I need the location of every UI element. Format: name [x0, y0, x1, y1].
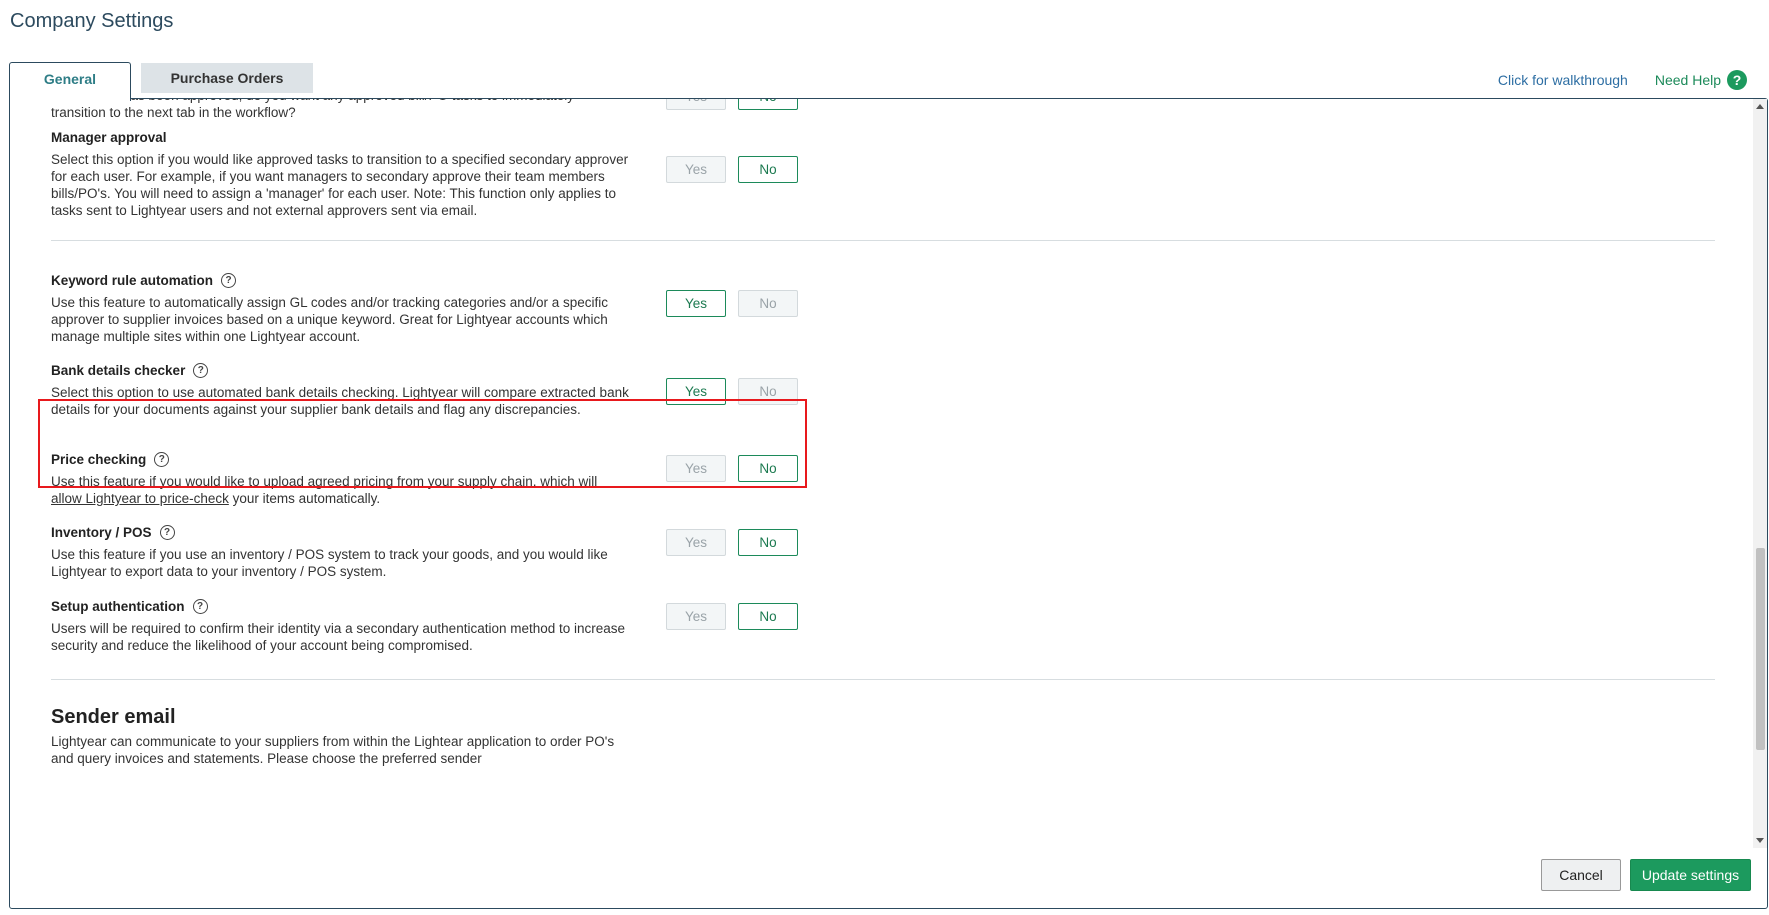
section-description: Lightyear can communicate to your suppli…: [51, 734, 615, 766]
update-settings-button[interactable]: Update settings: [1630, 859, 1751, 891]
cancel-button[interactable]: Cancel: [1541, 859, 1621, 891]
settings-panel: After a task has been approved, do you w…: [9, 98, 1768, 909]
no-button[interactable]: No: [738, 603, 798, 630]
section-divider: [51, 240, 1715, 241]
setting-row-keyword-rule: Keyword rule automation ? Use this featu…: [51, 271, 1715, 345]
no-button[interactable]: No: [738, 156, 798, 183]
top-links: Click for walkthrough Need Help ?: [1498, 70, 1747, 90]
scroll-down-arrow-icon[interactable]: [1756, 838, 1764, 843]
yes-button[interactable]: Yes: [666, 290, 726, 317]
setting-row-setup-authentication: Setup authentication ? Users will be req…: [51, 597, 1715, 654]
no-button[interactable]: No: [738, 99, 798, 110]
page-title: Company Settings: [10, 10, 174, 32]
setting-title: Manager approval: [51, 128, 1715, 146]
tab-general[interactable]: General: [9, 62, 131, 101]
setting-title: Bank details checker ?: [51, 361, 1715, 379]
setting-title: Keyword rule automation ?: [51, 271, 1715, 289]
section-title: Sender email: [51, 706, 176, 728]
setting-description: Use this feature to automatically assign…: [51, 295, 609, 344]
help-icon[interactable]: ?: [1727, 70, 1747, 90]
setting-title-text: Manager approval: [51, 129, 167, 145]
setting-title-text: Inventory / POS: [51, 524, 152, 540]
tab-purchase-orders[interactable]: Purchase Orders: [141, 63, 313, 93]
walkthrough-link[interactable]: Click for walkthrough: [1498, 72, 1628, 88]
section-divider: [51, 679, 1715, 680]
yes-button[interactable]: Yes: [666, 529, 726, 556]
setting-row-manager-approval: Manager approval Select this option if y…: [51, 128, 1715, 219]
setting-description: Select this option if you would like app…: [51, 152, 629, 218]
yes-no-toggle: Yes No: [666, 99, 798, 110]
sender-email-section: Sender email Lightyear can communicate t…: [51, 706, 1715, 767]
setting-title-text: Setup authentication: [51, 598, 185, 614]
no-button[interactable]: No: [738, 290, 798, 317]
no-button[interactable]: No: [738, 529, 798, 556]
yes-button[interactable]: Yes: [666, 156, 726, 183]
question-circle-icon[interactable]: ?: [159, 524, 175, 540]
vertical-scrollbar[interactable]: [1753, 99, 1767, 848]
yes-no-toggle: Yes No: [666, 603, 798, 630]
highlight-box: [38, 399, 807, 488]
question-circle-icon[interactable]: ?: [221, 272, 237, 288]
description-text: your items automatically.: [228, 491, 381, 506]
setting-title: Inventory / POS ?: [51, 523, 1715, 541]
setting-row-auto-transition: After a task has been approved, do you w…: [51, 99, 1715, 121]
settings-scroll-area[interactable]: After a task has been approved, do you w…: [10, 99, 1755, 848]
need-help-link[interactable]: Need Help ?: [1655, 70, 1747, 90]
scroll-up-arrow-icon[interactable]: [1756, 104, 1764, 109]
setting-title-text: Keyword rule automation: [51, 272, 214, 288]
need-help-label: Need Help: [1654, 72, 1721, 88]
scrollbar-thumb[interactable]: [1756, 548, 1765, 750]
yes-no-toggle: Yes No: [666, 290, 798, 317]
question-circle-icon[interactable]: ?: [193, 362, 209, 378]
yes-no-toggle: Yes No: [666, 156, 798, 183]
setting-title-text: Bank details checker: [51, 362, 186, 378]
yes-button[interactable]: Yes: [666, 603, 726, 630]
setting-row-inventory-pos: Inventory / POS ? Use this feature if yo…: [51, 523, 1715, 580]
yes-button[interactable]: Yes: [666, 99, 726, 110]
setting-description: Users will be required to confirm their …: [51, 621, 626, 653]
yes-no-toggle: Yes No: [666, 529, 798, 556]
setting-description: Use this feature if you use an inventory…: [51, 547, 608, 579]
setting-description: After a task has been approved, do you w…: [51, 99, 574, 120]
question-circle-icon[interactable]: ?: [192, 598, 208, 614]
setting-title: Setup authentication ?: [51, 597, 1715, 615]
